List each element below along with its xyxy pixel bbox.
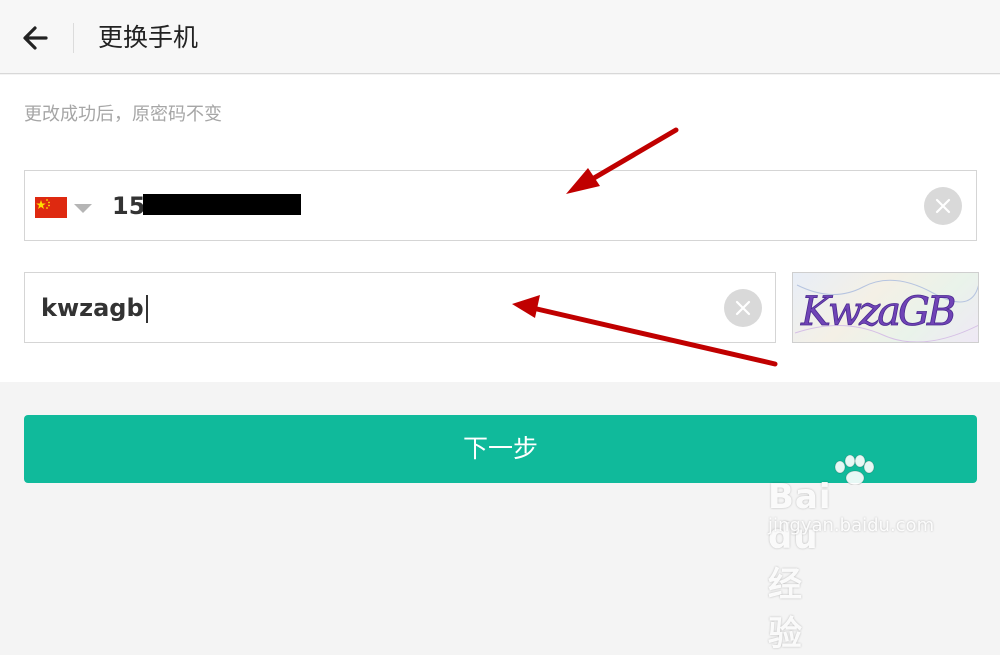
captcha-input[interactable]: kwzagb (24, 272, 776, 343)
watermark-url: jingyan.baidu.com (768, 515, 935, 536)
captcha-typed-text: kwzagb (41, 294, 144, 322)
clear-phone-button[interactable] (924, 187, 962, 225)
phone-number-value: 15 (112, 192, 146, 220)
hint-text: 更改成功后，原密码不变 (24, 104, 222, 125)
page-title: 更换手机 (98, 23, 199, 52)
top-bar: 更换手机 (0, 0, 1000, 74)
close-icon (935, 198, 951, 214)
captcha-input-value: kwzagb (41, 292, 148, 324)
paw-logo-icon (834, 455, 875, 485)
text-cursor (145, 295, 148, 323)
captcha-image[interactable]: KwzaGB (792, 272, 979, 343)
flag-china-icon[interactable] (35, 197, 67, 218)
back-button[interactable] (14, 17, 58, 59)
header-divider (73, 23, 74, 53)
phone-input[interactable]: 15 (24, 170, 977, 241)
arrow-left-icon (23, 26, 48, 50)
country-dropdown-caret-icon[interactable] (74, 204, 92, 213)
watermark-brand: Bai du 经验 (768, 477, 832, 654)
redaction-bar (143, 194, 301, 215)
clear-captcha-button[interactable] (724, 289, 762, 327)
close-icon (735, 300, 751, 316)
form-area: 更改成功后，原密码不变 15 kwzagb KwzaGB (0, 75, 1000, 382)
svg-text:KwzaGB: KwzaGB (800, 289, 955, 335)
